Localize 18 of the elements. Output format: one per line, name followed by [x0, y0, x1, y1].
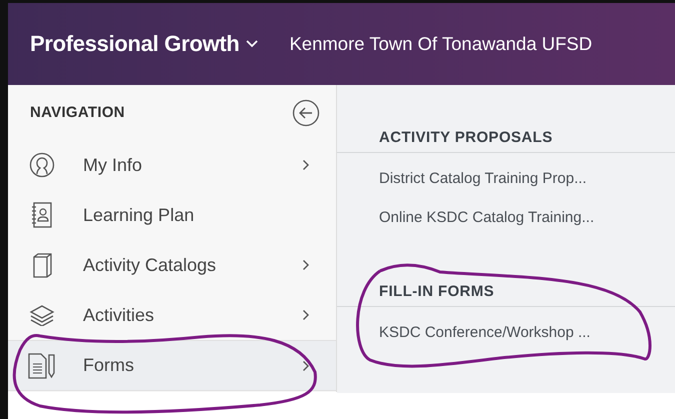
- app-switcher[interactable]: Professional Growth: [30, 31, 260, 57]
- collapse-icon[interactable]: [292, 98, 320, 126]
- sidebar-item[interactable]: My Info: [8, 140, 336, 190]
- document-pencil-icon: [28, 352, 56, 378]
- user-icon: [28, 152, 56, 178]
- layers-icon: [28, 304, 56, 326]
- sidebar-item[interactable]: Activities: [8, 290, 336, 340]
- sidebar-item[interactable]: Learning Plan: [8, 190, 336, 240]
- organization-name: Kenmore Town Of Tonawanda UFSD: [289, 33, 592, 55]
- sidebar-item[interactable]: Activity Catalogs: [8, 240, 336, 290]
- form-link[interactable]: District Catalog Training Prop...: [379, 170, 587, 187]
- section-heading: FILL-IN FORMS: [379, 283, 494, 300]
- caret-icon: [245, 39, 260, 49]
- form-link[interactable]: KSDC Conference/Workshop ...: [379, 324, 590, 341]
- form-link[interactable]: Online KSDC Catalog Training...: [379, 209, 594, 226]
- sidebar-item[interactable]: Forms: [8, 340, 336, 391]
- sidebar-title: NAVIGATION: [30, 104, 125, 121]
- section-heading: ACTIVITY PROPOSALS: [379, 129, 553, 146]
